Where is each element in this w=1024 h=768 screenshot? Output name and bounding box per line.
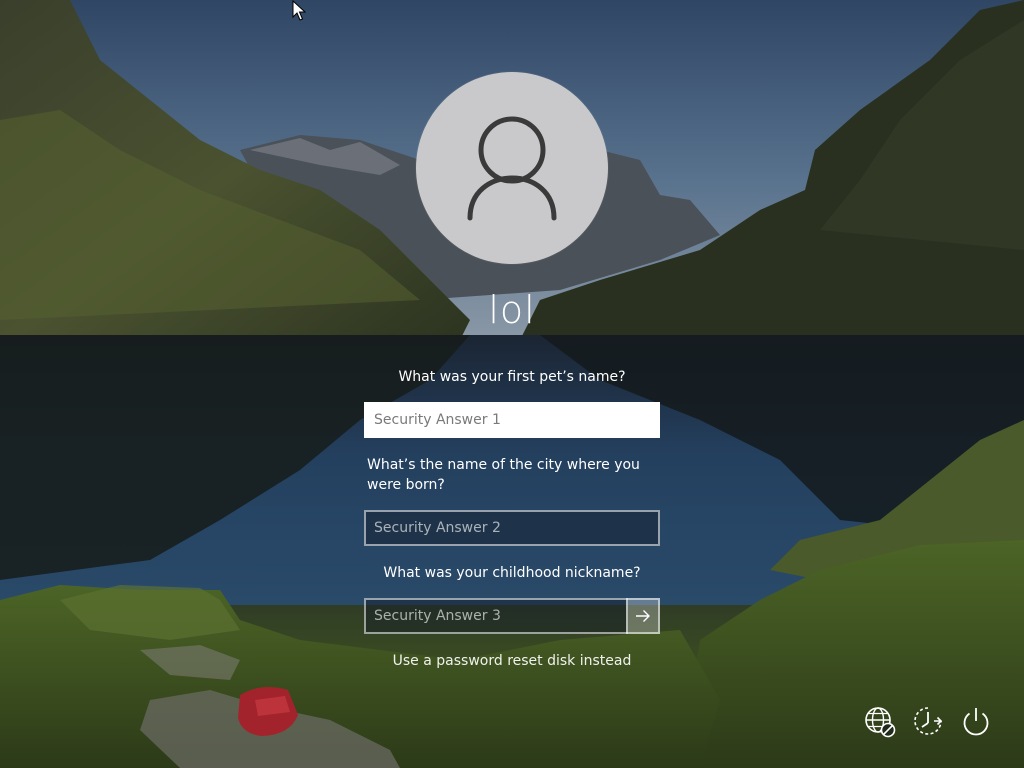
mouse-cursor-icon: [292, 0, 306, 21]
user-silhouette-icon: [467, 116, 557, 221]
network-globe-icon: [865, 707, 896, 738]
user-avatar: [416, 72, 608, 264]
password-reset-disk-link[interactable]: Use a password reset disk instead: [362, 650, 662, 672]
arrow-right-icon: [636, 610, 650, 622]
power-button[interactable]: [958, 704, 994, 740]
security-question-2: What’s the name of the city where you we…: [367, 457, 640, 493]
security-answer-2-input[interactable]: [364, 510, 660, 546]
security-question-1: What was your first pet’s name?: [398, 369, 626, 385]
lock-screen: lol What was your first pet’s name? What…: [0, 0, 1024, 768]
username: lol: [488, 288, 536, 332]
submit-button[interactable]: [626, 598, 660, 634]
power-icon: [963, 708, 989, 736]
security-answer-1-input[interactable]: [364, 402, 660, 438]
network-button[interactable]: [862, 704, 898, 740]
ease-of-access-button[interactable]: [910, 704, 946, 740]
ease-of-access-icon: [914, 707, 943, 735]
security-question-3: What was your childhood nickname?: [383, 565, 641, 581]
security-answer-3-input[interactable]: [364, 598, 628, 634]
